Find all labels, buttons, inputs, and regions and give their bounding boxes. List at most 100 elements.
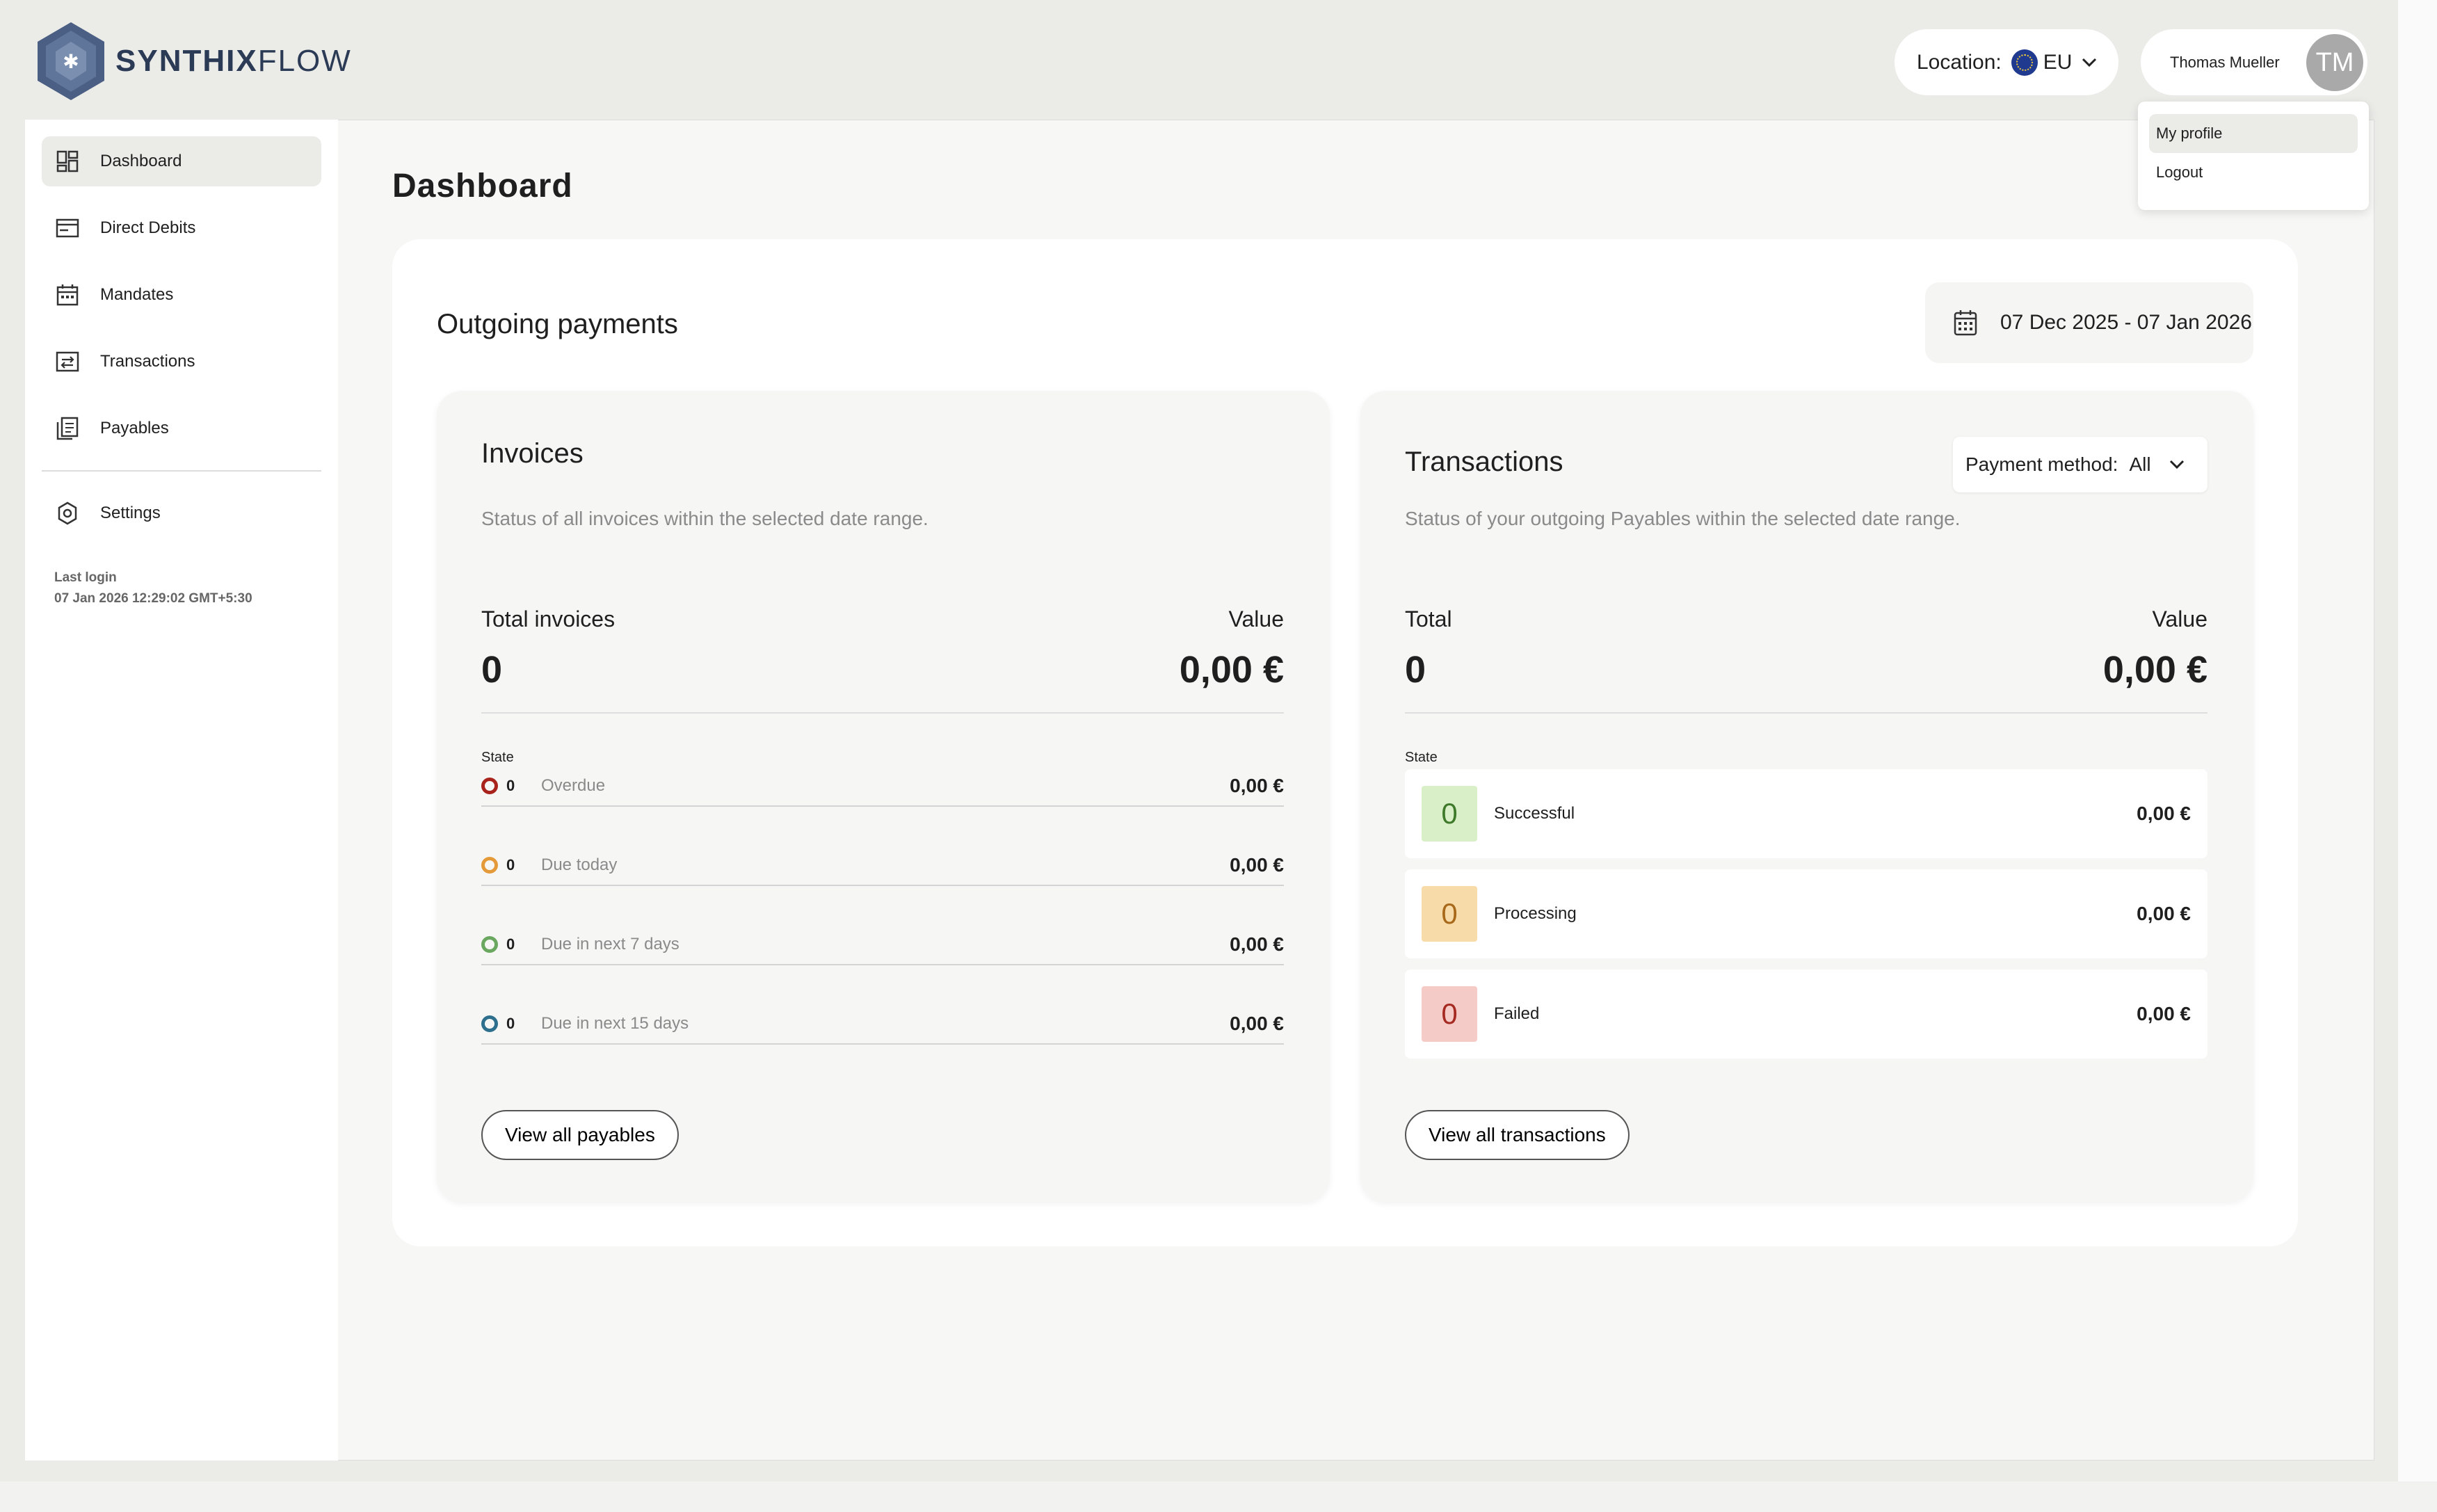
view-all-payables-button[interactable]: View all payables: [481, 1110, 679, 1160]
menu-item-my-profile[interactable]: My profile: [2149, 114, 2358, 153]
state-label-text: Processing: [1494, 904, 1577, 923]
dashboard-icon: [56, 150, 79, 172]
transactions-total-value: 0,00 €: [2102, 649, 2207, 691]
transactions-card: Transactions Payment method: All Status …: [1360, 391, 2253, 1202]
documents-icon: [56, 417, 79, 440]
transaction-state-row-successful: 0 Successful 0,00 €: [1405, 769, 2207, 858]
calendar-icon: [56, 284, 79, 306]
state-label: State: [481, 750, 514, 765]
chevron-down-icon: [2082, 58, 2097, 67]
location-value: EU: [2043, 50, 2073, 74]
view-all-transactions-button[interactable]: View all transactions: [1405, 1110, 1630, 1160]
invoices-subtitle: Status of all invoices within the select…: [481, 508, 928, 529]
state-count: 0: [506, 1015, 515, 1032]
divider: [1405, 712, 2207, 714]
sidebar-divider: [42, 470, 321, 472]
state-label-text: Due in next 7 days: [541, 935, 679, 954]
state-amount: 0,00 €: [2137, 803, 2191, 824]
payment-method-label: Payment method:: [1965, 453, 2118, 475]
status-dot-icon: [481, 857, 498, 874]
last-login: Last login 07 Jan 2026 12:29:02 GMT+5:30: [54, 568, 252, 609]
location-label: Location:: [1917, 50, 2002, 74]
total-transactions-count: 0: [1405, 649, 1426, 691]
brand-logo[interactable]: ✱ SYNTHIXFLOW: [35, 21, 352, 102]
sidebar-item-direct-debits[interactable]: Direct Debits: [42, 203, 321, 253]
transactions-value-label: Value: [2152, 606, 2207, 632]
user-menu-button[interactable]: Thomas Mueller TM: [2141, 29, 2367, 95]
transaction-state-row-processing: 0 Processing 0,00 €: [1405, 869, 2207, 958]
sidebar: Dashboard Direct Debits Mandates Transac…: [25, 120, 338, 1461]
outgoing-payments-card: Outgoing payments 07 Dec 2025 - 07 Jan 2…: [392, 239, 2298, 1246]
total-transactions-label: Total: [1405, 606, 1452, 632]
state-amount: 0,00 €: [2137, 903, 2191, 924]
date-range-value: 07 Dec 2025 - 07 Jan 2026: [2000, 311, 2252, 334]
state-label-text: Due in next 15 days: [541, 1014, 689, 1033]
count-badge: 0: [1422, 786, 1477, 842]
eu-flag-icon: [2011, 49, 2038, 76]
transactions-subtitle: Status of your outgoing Payables within …: [1405, 508, 1961, 529]
gear-icon: [58, 501, 77, 525]
bottom-bar: [0, 1481, 2437, 1512]
state-label: State: [1405, 750, 1438, 765]
invoices-value-label: Value: [1228, 606, 1284, 632]
invoice-state-row-due-7-days: 0 Due in next 7 days 0,00 €: [481, 925, 1284, 965]
invoices-card: Invoices Status of all invoices within t…: [437, 391, 1330, 1202]
sidebar-item-settings[interactable]: Settings: [42, 488, 321, 538]
state-label-text: Successful: [1494, 804, 1575, 823]
sidebar-item-label: Dashboard: [100, 152, 182, 170]
state-label-text: Failed: [1494, 1004, 1540, 1023]
transactions-title: Transactions: [1405, 447, 1563, 477]
section-title: Outgoing payments: [437, 309, 678, 339]
last-login-value: 07 Jan 2026 12:29:02 GMT+5:30: [54, 591, 252, 606]
chevron-down-icon: [2169, 460, 2184, 469]
sidebar-item-label: Transactions: [100, 352, 195, 371]
menu-item-logout[interactable]: Logout: [2149, 153, 2358, 192]
invoice-state-row-due-today: 0 Due today 0,00 €: [481, 846, 1284, 886]
page-title: Dashboard: [392, 168, 573, 204]
hexagon-logo-icon: ✱: [38, 22, 104, 100]
sidebar-item-dashboard[interactable]: Dashboard: [42, 136, 321, 186]
sidebar-item-transactions[interactable]: Transactions: [42, 337, 321, 387]
credit-card-icon: [56, 218, 79, 238]
window-edge: [2398, 0, 2437, 1512]
sidebar-item-label: Direct Debits: [100, 218, 196, 237]
payment-method-value: All: [2129, 453, 2151, 475]
last-login-label: Last login: [54, 570, 117, 585]
state-amount: 0,00 €: [1230, 775, 1284, 796]
date-range-picker[interactable]: 07 Dec 2025 - 07 Jan 2026: [1925, 282, 2253, 363]
location-selector[interactable]: Location: EU: [1895, 29, 2118, 95]
state-amount: 0,00 €: [2137, 1003, 2191, 1024]
total-invoices-count: 0: [481, 649, 503, 691]
state-count: 0: [506, 777, 515, 794]
divider: [481, 712, 1284, 714]
invoice-state-row-due-15-days: 0 Due in next 15 days 0,00 €: [481, 1004, 1284, 1045]
count-badge: 0: [1422, 886, 1477, 942]
logo-bold-text: SYNTHIX: [115, 44, 258, 78]
state-amount: 0,00 €: [1230, 854, 1284, 876]
avatar[interactable]: TM: [2306, 34, 2363, 91]
state-label-text: Due today: [541, 855, 618, 874]
state-amount: 0,00 €: [1230, 1013, 1284, 1034]
calendar-icon: [1954, 310, 1977, 336]
status-dot-icon: [481, 1015, 498, 1032]
svg-text:✱: ✱: [63, 50, 79, 73]
total-invoices-label: Total invoices: [481, 606, 616, 632]
sidebar-item-label: Settings: [100, 504, 161, 522]
status-dot-icon: [481, 778, 498, 794]
invoice-state-row-overdue: 0 Overdue 0,00 €: [481, 766, 1284, 807]
invoices-total-value: 0,00 €: [1179, 649, 1284, 691]
payment-method-select[interactable]: Payment method: All: [1953, 437, 2207, 492]
user-dropdown-menu: My profile Logout: [2138, 102, 2369, 210]
invoices-title: Invoices: [481, 438, 584, 469]
sidebar-item-payables[interactable]: Payables: [42, 403, 321, 453]
user-name: Thomas Mueller: [2170, 53, 2280, 71]
sidebar-item-label: Mandates: [100, 285, 174, 304]
count-badge: 0: [1422, 986, 1477, 1042]
sidebar-item-label: Payables: [100, 419, 169, 437]
transfer-icon: [56, 351, 79, 372]
state-label-text: Overdue: [541, 776, 606, 795]
state-count: 0: [506, 856, 515, 874]
state-amount: 0,00 €: [1230, 933, 1284, 955]
state-count: 0: [506, 935, 515, 953]
sidebar-item-mandates[interactable]: Mandates: [42, 270, 321, 320]
